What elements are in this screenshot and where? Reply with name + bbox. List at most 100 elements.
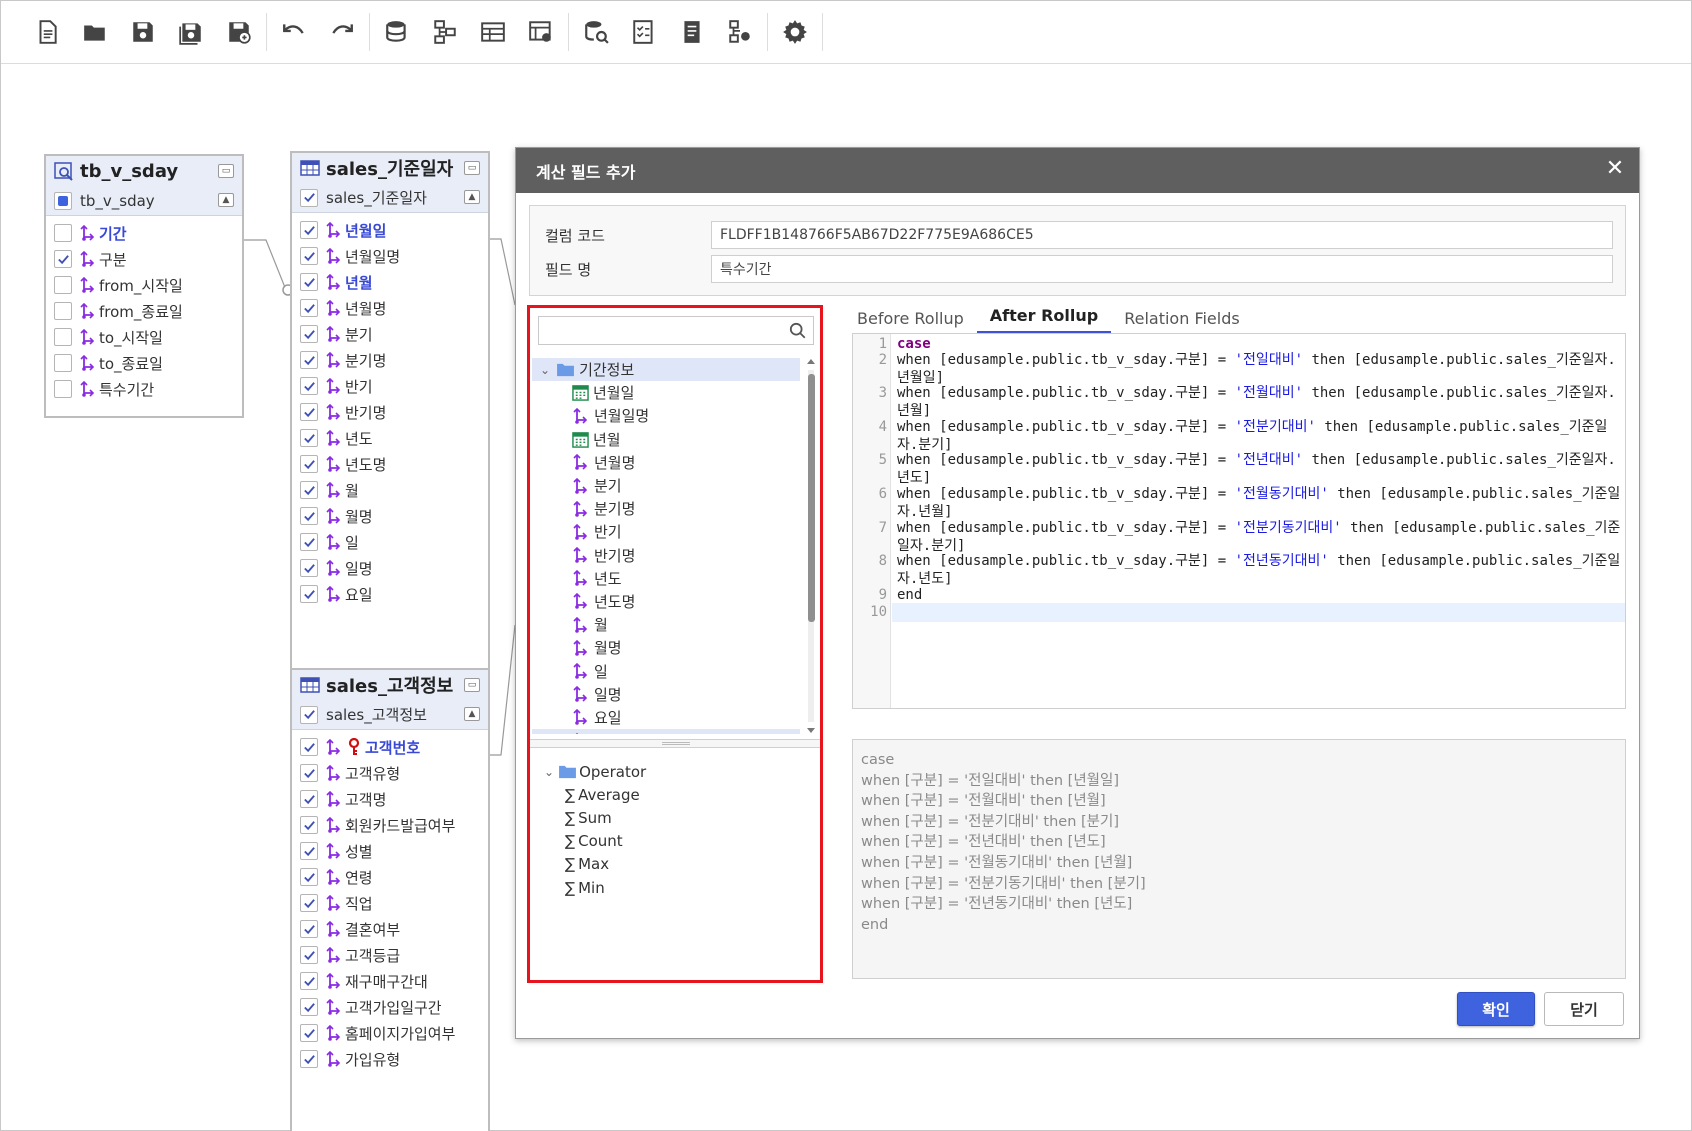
field-checkbox[interactable] — [300, 481, 318, 499]
field-checkbox[interactable] — [300, 868, 318, 886]
scrollbar-thumb[interactable] — [808, 374, 815, 622]
field-row[interactable]: from_시작일 — [54, 272, 242, 298]
code-line[interactable]: when [edusample.public.tb_v_sday.구분] = '… — [897, 351, 1621, 387]
tree-item[interactable]: 년월 — [532, 428, 800, 451]
tree-item[interactable]: 일명 — [532, 683, 800, 706]
code-line[interactable]: when [edusample.public.tb_v_sday.구분] = '… — [897, 384, 1621, 420]
field-row[interactable]: 재구매구간대 — [300, 968, 488, 994]
database-icon[interactable] — [373, 12, 421, 52]
code-line[interactable]: when [edusample.public.tb_v_sday.구분] = '… — [897, 552, 1621, 588]
field-checkbox[interactable] — [300, 842, 318, 860]
field-row[interactable]: 고객등급 — [300, 942, 488, 968]
tree-item[interactable]: 반기명 — [532, 544, 800, 567]
field-checkbox[interactable] — [300, 946, 318, 964]
tree-item[interactable]: 년월명 — [532, 451, 800, 474]
data-model-icon[interactable] — [421, 12, 469, 52]
undo-icon[interactable] — [270, 12, 318, 52]
code-line[interactable]: end — [897, 586, 1621, 604]
node-menu-icon[interactable]: ▭ — [464, 678, 480, 692]
table-node-sales-base-date[interactable]: sales_기준일자 ▭ sales_기준일자 ▲ 년월일 년월일명 년월 년월명 분기 분기명 반… — [290, 151, 490, 687]
search-icon[interactable] — [789, 322, 807, 340]
scroll-up-icon[interactable] — [805, 356, 817, 366]
node-menu-icon[interactable]: ▭ — [464, 161, 480, 175]
tree-item[interactable]: 분기 — [532, 474, 800, 497]
field-row[interactable]: 년도 — [300, 425, 488, 451]
field-checkbox[interactable] — [300, 455, 318, 473]
open-folder-icon[interactable] — [71, 12, 119, 52]
tree-item[interactable]: 일 — [532, 659, 800, 682]
code-line[interactable]: when [edusample.public.tb_v_sday.구분] = '… — [897, 485, 1621, 521]
field-row[interactable]: 월명 — [300, 503, 488, 529]
panel-splitter[interactable] — [530, 739, 820, 748]
report-document-icon[interactable] — [668, 12, 716, 52]
field-row[interactable]: 특수기간 — [54, 376, 242, 402]
select-all-checkbox[interactable] — [54, 191, 72, 210]
tree-folder[interactable]: ⌄ 기간정보 — [532, 358, 800, 382]
save-icon[interactable] — [119, 12, 167, 52]
field-checkbox[interactable] — [300, 790, 318, 808]
field-row[interactable]: 회원카드발급여부 — [300, 812, 488, 838]
field-checkbox[interactable] — [300, 325, 318, 343]
node-header[interactable]: sales_기준일자 ▭ sales_기준일자 ▲ — [292, 153, 488, 213]
field-checkbox[interactable] — [300, 1024, 318, 1042]
field-row[interactable]: 고객유형 — [300, 760, 488, 786]
field-row[interactable]: to_시작일 — [54, 324, 242, 350]
tab-before-rollup[interactable]: Before Rollup — [844, 309, 977, 334]
table-settings-icon[interactable] — [517, 12, 565, 52]
field-row[interactable]: 요일 — [300, 581, 488, 607]
operator-item[interactable]: ∑ Max — [544, 853, 804, 876]
select-all-checkbox[interactable] — [300, 705, 318, 724]
tree-item[interactable]: 년월일 — [532, 381, 800, 404]
field-row[interactable]: 성별 — [300, 838, 488, 864]
operator-item[interactable]: ∑ Min — [544, 876, 804, 899]
tree-item[interactable]: 반기 — [532, 520, 800, 543]
tree-folder-operator[interactable]: ⌄ Operator — [544, 760, 804, 783]
field-checkbox[interactable] — [300, 351, 318, 369]
field-row[interactable]: 결혼여부 — [300, 916, 488, 942]
code-line[interactable]: when [edusample.public.tb_v_sday.구분] = '… — [897, 418, 1621, 454]
field-checkbox[interactable] — [300, 247, 318, 265]
field-checkbox[interactable] — [54, 276, 72, 294]
field-checkbox[interactable] — [300, 1050, 318, 1068]
field-checkbox[interactable] — [300, 273, 318, 291]
field-checkbox[interactable] — [54, 328, 72, 346]
node-menu-icon[interactable]: ▭ — [218, 164, 234, 178]
field-checkbox[interactable] — [54, 354, 72, 372]
code-line[interactable]: when [edusample.public.tb_v_sday.구분] = '… — [897, 519, 1621, 555]
redo-icon[interactable] — [318, 12, 366, 52]
field-row[interactable]: 홈페이지가입여부 — [300, 1020, 488, 1046]
dialog-title-bar[interactable]: 계산 필드 추가 ✕ — [516, 148, 1639, 193]
model-settings-icon[interactable] — [716, 12, 764, 52]
field-name-input[interactable] — [711, 255, 1613, 283]
gear-icon[interactable] — [771, 12, 819, 52]
report-checklist-icon[interactable] — [620, 12, 668, 52]
field-checkbox[interactable] — [54, 302, 72, 320]
field-row[interactable]: 년월일명 — [300, 243, 488, 269]
select-all-checkbox[interactable] — [300, 188, 318, 207]
field-row[interactable]: 분기 — [300, 321, 488, 347]
field-search-input[interactable] — [539, 317, 779, 344]
operator-item[interactable]: ∑ Average — [544, 783, 804, 806]
tree-item[interactable]: 구분 — [532, 729, 800, 734]
expression-editor[interactable]: 1 case 2 when [edusample.public.tb_v_sday.구… — [852, 333, 1626, 709]
tree-item[interactable]: 년월일명 — [532, 404, 800, 427]
field-row[interactable]: 년월일 — [300, 217, 488, 243]
field-row[interactable]: 일 — [300, 529, 488, 555]
field-row[interactable]: 기간 — [54, 220, 242, 246]
field-checkbox[interactable] — [54, 224, 72, 242]
field-checkbox[interactable] — [300, 377, 318, 395]
field-checkbox[interactable] — [300, 507, 318, 525]
tab-after-rollup[interactable]: After Rollup — [976, 306, 1112, 334]
field-checkbox[interactable] — [54, 380, 72, 398]
field-checkbox[interactable] — [300, 816, 318, 834]
field-checkbox[interactable] — [300, 894, 318, 912]
field-row[interactable]: 고객번호 — [300, 734, 488, 760]
field-row[interactable]: 고객가입일구간 — [300, 994, 488, 1020]
field-row[interactable]: 반기 — [300, 373, 488, 399]
save-as-icon[interactable] — [167, 12, 215, 52]
ok-button[interactable]: 확인 — [1457, 992, 1535, 1026]
collapse-icon[interactable]: ▲ — [218, 193, 234, 207]
field-row[interactable]: to_종료일 — [54, 350, 242, 376]
collapse-icon[interactable]: ▲ — [464, 190, 480, 204]
field-row[interactable]: 구분 — [54, 246, 242, 272]
